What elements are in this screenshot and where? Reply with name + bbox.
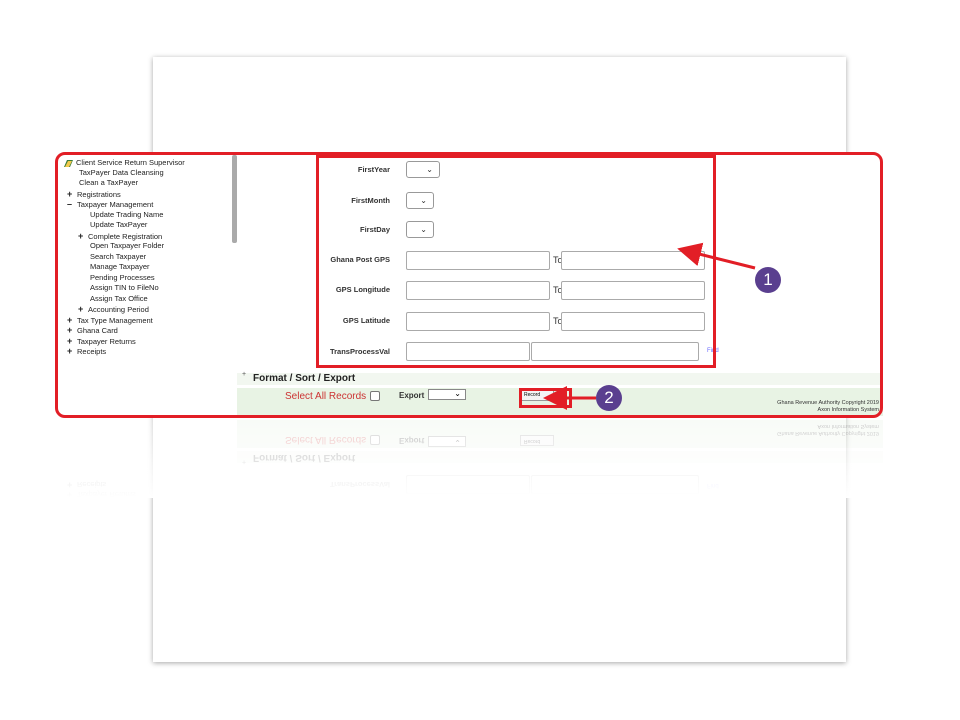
callout-arrows [543,242,756,410]
callout-badge-2: 2 [596,385,622,411]
arrow-1 [677,242,756,270]
callout-badge-1: 1 [755,267,781,293]
